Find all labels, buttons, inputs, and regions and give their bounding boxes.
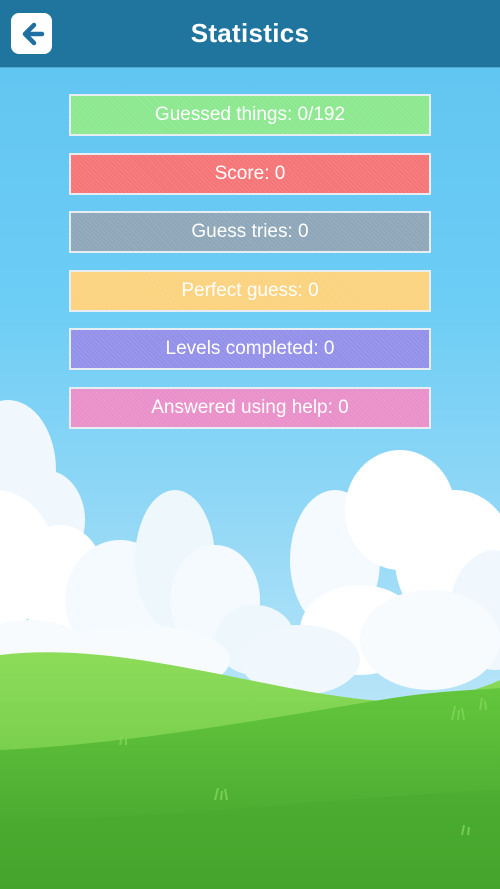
stat-answered-using-help: Answered using help: 0	[69, 386, 431, 429]
arrow-left-icon	[22, 22, 44, 45]
stat-guess-tries: Guess tries: 0	[69, 211, 431, 253]
stat-guessed-things: Guessed things: 0/192	[69, 94, 431, 136]
stat-score: Score: 0	[69, 152, 431, 195]
back-button[interactable]	[11, 13, 52, 54]
statistics-screen: Statistics Guessed things: 0/192 Score: …	[0, 0, 500, 889]
stat-levels-completed: Levels completed: 0	[69, 328, 431, 370]
top-bar: Statistics	[0, 0, 500, 67]
stat-perfect-guess: Perfect guess: 0	[69, 269, 431, 312]
page-title: Statistics	[190, 18, 310, 48]
stats-list: Guessed things: 0/192 Score: 0 Guess tri…	[69, 94, 431, 445]
